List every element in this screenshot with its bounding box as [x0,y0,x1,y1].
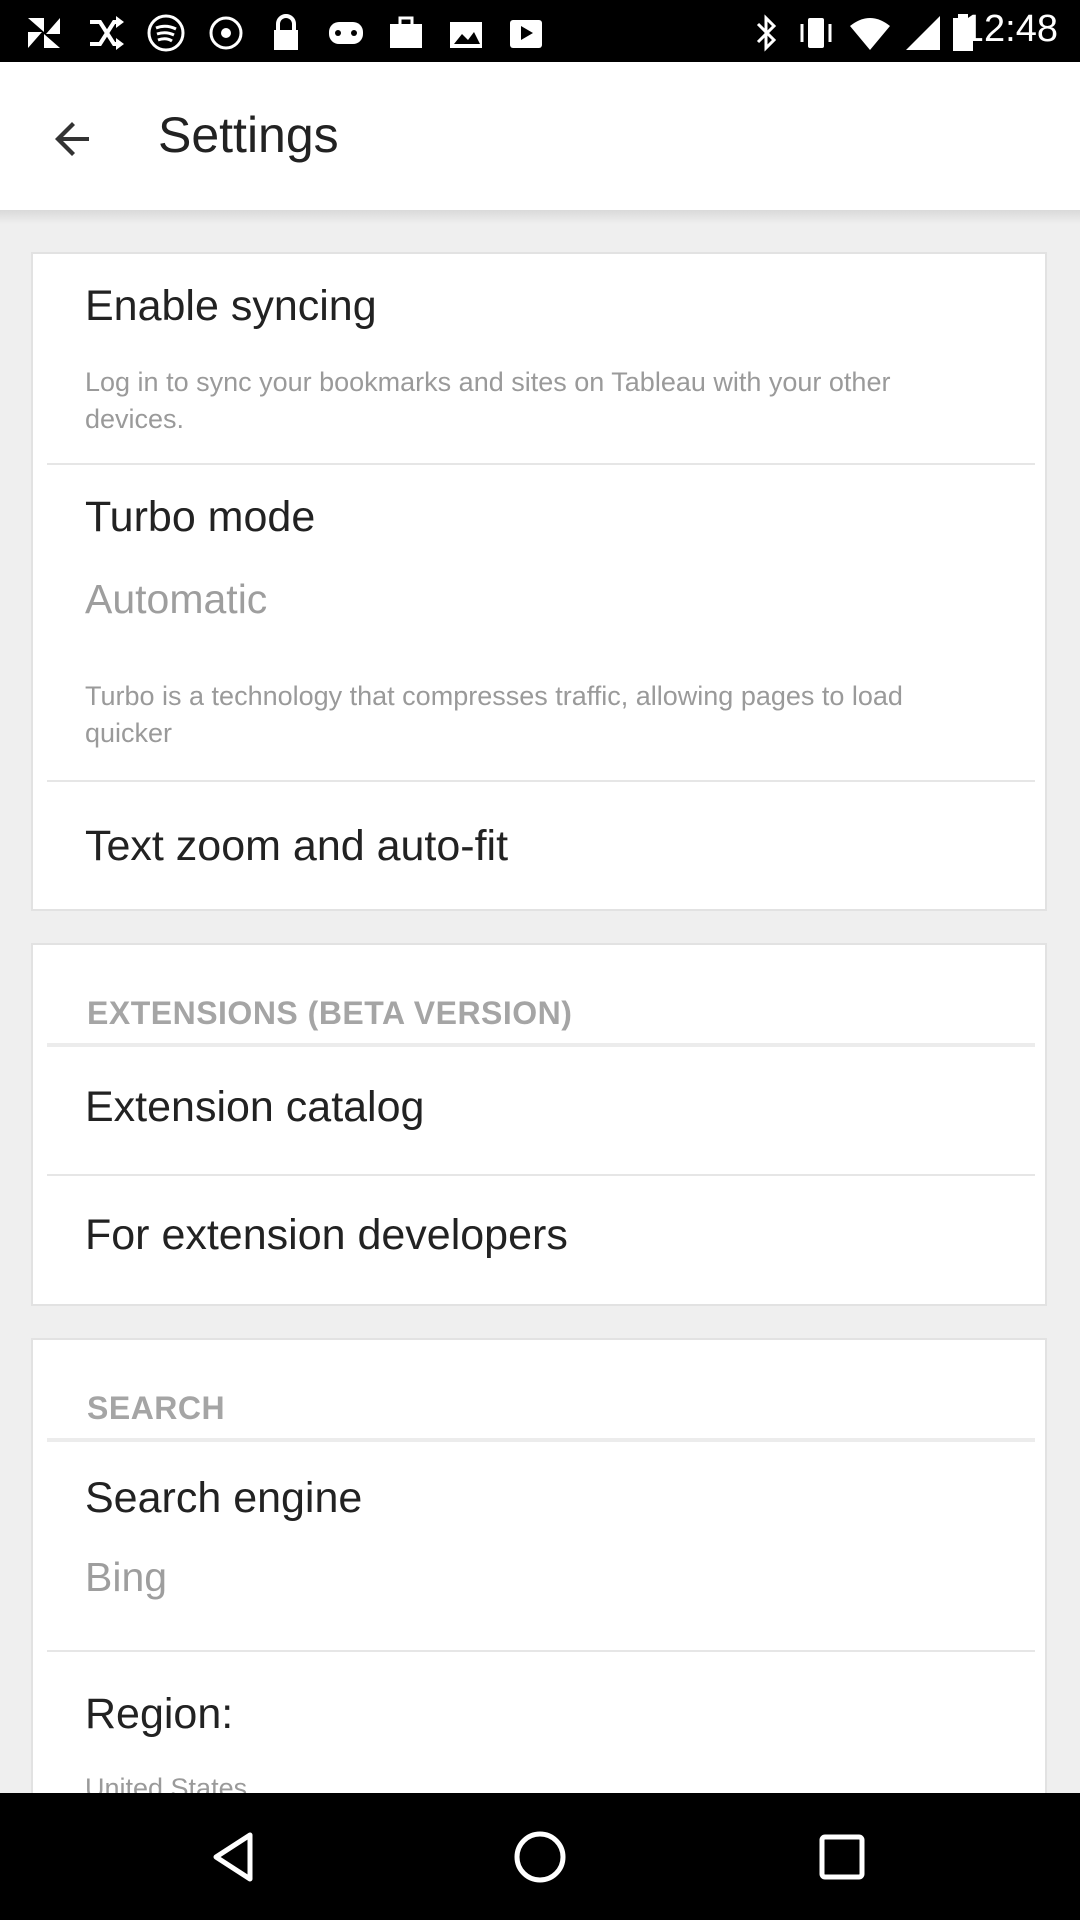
shuffle-icon [90,16,124,50]
briefcase-icon [390,16,422,48]
search-card: SEARCH Search engine Bing Region: United… [31,1338,1047,1808]
navigation-bar [0,1793,1080,1920]
extension-developers-item[interactable]: For extension developers [33,1176,1045,1306]
game-icon [329,22,363,44]
nav-back-button[interactable] [196,1817,276,1897]
region-item[interactable]: Region: United States [33,1652,1045,1810]
extensions-card: EXTENSIONS (BETA VERSION) Extension cata… [31,943,1047,1306]
extensions-section-header: EXTENSIONS (BETA VERSION) [87,995,573,1031]
enable-syncing-subtitle: Log in to sync your bookmarks and sites … [85,367,891,434]
back-button[interactable] [38,104,108,174]
video-icon [510,20,542,48]
page-title: Settings [158,107,339,163]
status-time: 12:48 [962,8,1058,50]
enable-syncing-item[interactable]: Enable syncing Log in to sync your bookm… [33,254,1045,464]
status-bar: 12:48 [0,0,1080,62]
fake-gps-icon [209,16,243,50]
home-circle-icon [514,1831,566,1883]
search-engine-title: Search engine [85,1474,363,1522]
search-section-header: SEARCH [87,1390,226,1426]
arrow-back-icon [55,122,89,156]
image-upload-icon [450,22,482,48]
turbo-mode-subtitle: Turbo is a technology that compresses tr… [85,681,903,748]
spotify-icon [147,14,185,52]
back-triangle-icon [213,1832,253,1882]
extension-developers-title: For extension developers [85,1211,568,1259]
app-bar: Settings [0,62,1080,210]
wifi-icon [850,18,890,50]
nav-home-button[interactable] [500,1817,580,1897]
lock-icon [274,14,298,50]
enable-syncing-title: Enable syncing [85,282,377,330]
search-engine-value: Bing [85,1554,168,1600]
extension-catalog-title: Extension catalog [85,1083,425,1131]
divider [47,463,1035,465]
region-title: Region: [85,1690,234,1738]
vibrate-icon [800,18,832,48]
nav-recents-button[interactable] [802,1817,882,1897]
bluetooth-icon [756,14,777,52]
general-settings-card: Enable syncing Log in to sync your bookm… [31,252,1047,911]
app-bar-shadow [0,210,1080,224]
turbo-mode-value: Automatic [85,576,268,622]
recents-square-icon [819,1834,865,1880]
text-zoom-title: Text zoom and auto-fit [85,822,509,870]
signal-icon [906,16,940,50]
turbo-mode-item[interactable]: Turbo mode Automatic Turbo is a technolo… [33,466,1045,782]
pinwheel-icon [28,18,60,48]
search-engine-item[interactable]: Search engine Bing [33,1442,1045,1652]
extension-catalog-item[interactable]: Extension catalog [33,1047,1045,1173]
text-zoom-item[interactable]: Text zoom and auto-fit [33,782,1045,911]
turbo-mode-title: Turbo mode [85,493,316,541]
